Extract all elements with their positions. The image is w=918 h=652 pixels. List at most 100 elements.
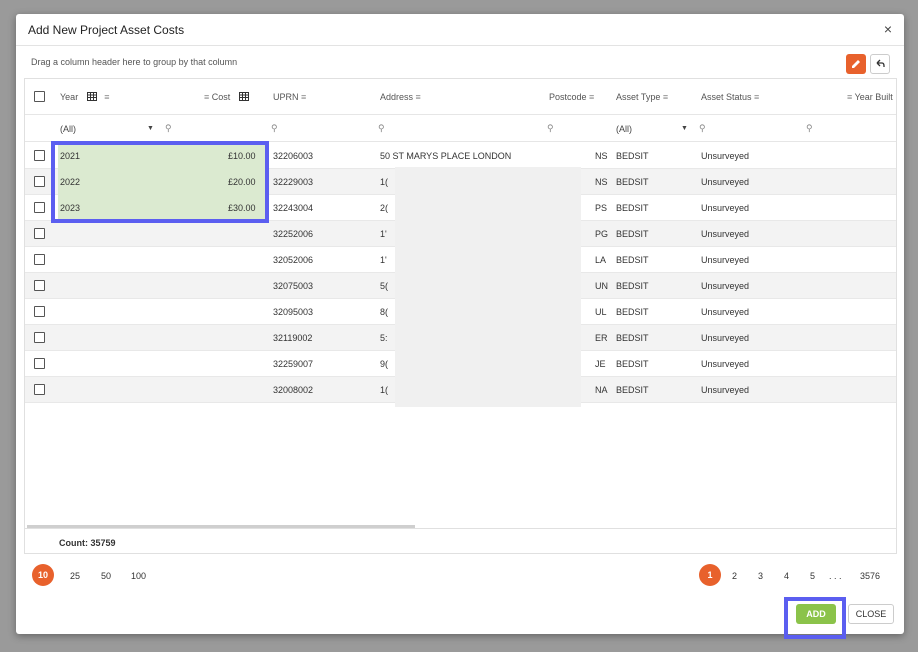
col-header-year-built[interactable]: ≡ Year Built (847, 92, 893, 102)
col-header-postcode[interactable]: Postcode ≡ (549, 92, 594, 102)
cell-asset-status: Unsurveyed (701, 177, 750, 187)
cell-uprn: 32243004 (273, 203, 314, 213)
filter-icon[interactable]: ≡ (589, 92, 594, 102)
cell-asset-status: Unsurveyed (701, 229, 750, 239)
row-checkbox[interactable] (34, 384, 45, 395)
search-icon[interactable]: ⚲ (271, 123, 281, 133)
page-2[interactable]: 2 (732, 571, 737, 581)
cell-postcode: ER (595, 333, 608, 343)
grid-menu-icon (238, 92, 249, 101)
filter-icon[interactable]: ≡ (847, 92, 852, 102)
filter-icon[interactable]: ≡ (754, 92, 759, 102)
row-checkbox[interactable] (34, 332, 45, 343)
col-header-postcode-label: Postcode (549, 92, 587, 102)
row-checkbox[interactable] (34, 150, 45, 161)
col-header-year-label: Year (60, 92, 79, 102)
cell-asset-type: BEDSIT (616, 203, 649, 213)
cell-address: 1( (380, 385, 389, 395)
search-icon[interactable]: ⚲ (547, 123, 557, 133)
page-size-10[interactable]: 10 (32, 564, 54, 586)
row-count: Count: 35759 (59, 538, 116, 548)
col-header-asset-type-label: Asset Type (616, 92, 661, 102)
page-last[interactable]: 3576 (860, 571, 880, 581)
page-size-50[interactable]: 50 (101, 571, 111, 581)
dialog-title: Add New Project Asset Costs (28, 23, 185, 37)
group-by-hint: Drag a column header here to group by th… (31, 57, 238, 67)
row-checkbox[interactable] (34, 228, 45, 239)
filter-icon[interactable]: ≡ (301, 92, 306, 102)
cell-uprn: 32095003 (273, 307, 314, 317)
col-header-asset-status[interactable]: Asset Status ≡ (701, 92, 759, 102)
cell-postcode: JE (595, 359, 606, 369)
cell-postcode: PS (595, 203, 608, 213)
cell-asset-status: Unsurveyed (701, 255, 750, 265)
cell-address: 8( (380, 307, 389, 317)
cell-postcode: LA (595, 255, 607, 265)
cell-address: 1' (380, 229, 387, 239)
col-header-cost[interactable]: ≡ Cost (204, 92, 249, 102)
undo-button[interactable] (870, 54, 890, 74)
filter-icon[interactable]: ≡ (204, 92, 209, 102)
row-checkbox[interactable] (34, 176, 45, 187)
filter-icon[interactable]: ≡ (663, 92, 668, 102)
asset-type-filter-select[interactable]: (All) (616, 124, 632, 134)
page-5[interactable]: 5 (810, 571, 815, 581)
page-size-100[interactable]: 100 (131, 571, 146, 581)
grid-footer-divider (25, 528, 896, 529)
close-button[interactable]: CLOSE (848, 604, 894, 624)
cell-asset-type: BEDSIT (616, 255, 649, 265)
col-header-uprn[interactable]: UPRN ≡ (273, 92, 306, 102)
chevron-down-icon[interactable]: ▼ (681, 125, 688, 132)
row-checkbox[interactable] (34, 358, 45, 369)
chevron-down-icon[interactable]: ▼ (147, 125, 154, 132)
pencil-icon (852, 60, 860, 68)
cell-asset-type: BEDSIT (616, 177, 649, 187)
filter-icon[interactable]: ≡ (104, 92, 109, 102)
page-1[interactable]: 1 (699, 564, 721, 586)
year-filter-select[interactable]: (All) (60, 124, 76, 134)
cell-asset-type: BEDSIT (616, 385, 649, 395)
cell-asset-status: Unsurveyed (701, 333, 750, 343)
cell-asset-status: Unsurveyed (701, 203, 750, 213)
cell-asset-status: Unsurveyed (701, 151, 750, 161)
row-checkbox[interactable] (34, 254, 45, 265)
search-icon[interactable]: ⚲ (165, 123, 175, 133)
dialog-header: Add New Project Asset Costs × (16, 14, 904, 46)
undo-icon (876, 59, 885, 67)
cell-uprn: 32052006 (273, 255, 314, 265)
cell-postcode: NS (595, 177, 608, 187)
page-4[interactable]: 4 (784, 571, 789, 581)
cell-uprn: 32252006 (273, 229, 314, 239)
close-icon[interactable]: × (884, 22, 892, 36)
page-3[interactable]: 3 (758, 571, 763, 581)
cell-asset-status: Unsurveyed (701, 307, 750, 317)
row-checkbox[interactable] (34, 306, 45, 317)
cell-address: 1' (380, 255, 387, 265)
col-header-asset-status-label: Asset Status (701, 92, 752, 102)
col-header-address[interactable]: Address ≡ (380, 92, 421, 102)
select-all-checkbox[interactable] (34, 91, 45, 102)
edit-button[interactable] (846, 54, 866, 74)
cell-uprn: 32259007 (273, 359, 314, 369)
col-header-year[interactable]: Year ≡ (60, 92, 109, 102)
cell-postcode: NA (595, 385, 608, 395)
col-header-asset-type[interactable]: Asset Type ≡ (616, 92, 668, 102)
filter-icon[interactable]: ≡ (416, 92, 421, 102)
cell-postcode: UN (595, 281, 608, 291)
cell-address: 5( (380, 281, 389, 291)
row-checkbox[interactable] (34, 202, 45, 213)
cell-uprn: 32206003 (273, 151, 314, 161)
search-icon[interactable]: ⚲ (806, 123, 816, 133)
filter-row: (All) ▼ ⚲ ⚲ ⚲ ⚲ (All) ▼ ⚲ ⚲ (25, 115, 896, 142)
col-header-address-label: Address (380, 92, 414, 102)
cell-uprn: 32008002 (273, 385, 314, 395)
cell-asset-type: BEDSIT (616, 281, 649, 291)
search-icon[interactable]: ⚲ (378, 123, 388, 133)
cell-postcode: NS (595, 151, 608, 161)
highlight-add-button (784, 597, 846, 639)
cell-asset-status: Unsurveyed (701, 281, 750, 291)
search-icon[interactable]: ⚲ (699, 123, 709, 133)
row-checkbox[interactable] (34, 280, 45, 291)
redaction-overlay (395, 167, 581, 407)
page-size-25[interactable]: 25 (70, 571, 80, 581)
